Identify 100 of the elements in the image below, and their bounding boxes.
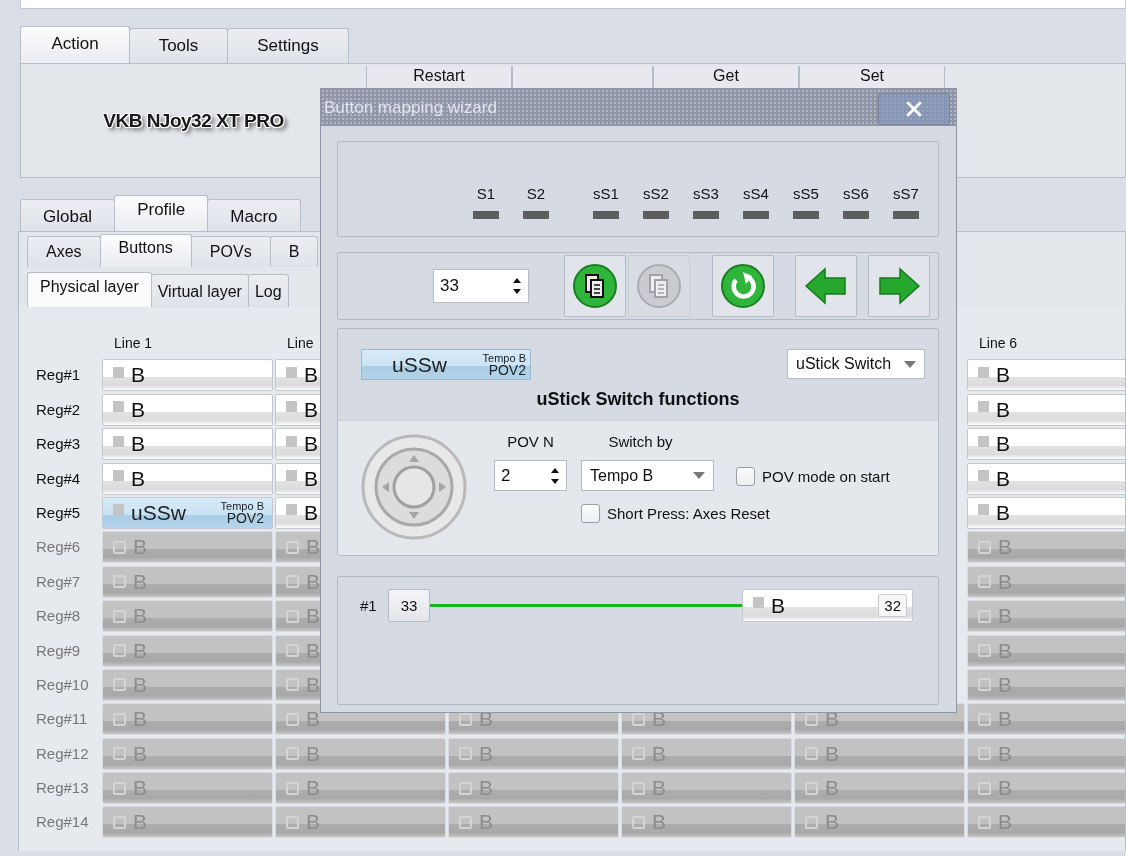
shift-label: sS3 [693, 185, 719, 202]
number-spinner[interactable]: 2 [494, 460, 567, 491]
status-square-icon [805, 747, 818, 761]
tab[interactable]: Axes [27, 236, 101, 267]
checkbox[interactable] [736, 467, 755, 486]
spinner-arrows-icon [550, 466, 560, 485]
mapping-button[interactable]: uSSw Tempo B POV2 [361, 349, 531, 380]
refresh-icon [720, 263, 766, 309]
mapping-button[interactable]: B [102, 428, 273, 461]
paste-icon [636, 263, 682, 309]
tab[interactable]: Buttons [99, 234, 192, 267]
indicator-bar [743, 211, 769, 219]
source-number: 33 [388, 589, 430, 622]
status-square-icon [978, 712, 991, 726]
mapping-button[interactable]: B [967, 393, 1125, 426]
tab[interactable]: B [269, 236, 319, 267]
status-square-icon [805, 815, 818, 829]
row-label: Reg#3 [35, 434, 82, 455]
row-label: Reg#1 [35, 365, 82, 386]
mapping-button[interactable]: B [967, 359, 1125, 392]
tab[interactable]: Physical layer [27, 272, 152, 307]
target-number: 32 [878, 594, 907, 617]
status-square-icon [286, 504, 297, 516]
mapping-button[interactable]: B 32 [742, 589, 913, 622]
button-label: uSSw [392, 352, 447, 377]
status-square-icon [459, 747, 472, 761]
link-number: #1 [360, 597, 378, 614]
status-square-icon [286, 712, 299, 726]
row-label: Reg#5 [35, 502, 82, 523]
indicator-bar [523, 211, 549, 219]
mapping-button[interactable]: uSSw Tempo B POV2 [102, 496, 273, 529]
status-square-icon [632, 815, 645, 829]
column-header: Line 6 [978, 335, 1019, 353]
tab[interactable]: Action [20, 26, 130, 63]
dialog-title: Button mapping wizard [323, 97, 497, 118]
spinner-arrows-icon [512, 277, 522, 295]
indicator-bar [643, 211, 669, 219]
row-label: Reg#10 [35, 674, 90, 695]
checkbox[interactable] [581, 504, 600, 523]
shift-label: sS6 [843, 185, 869, 202]
status-square-icon [978, 575, 991, 589]
number-spinner[interactable]: 33 [433, 269, 529, 303]
status-square-icon [113, 747, 126, 761]
row-label: Reg#7 [35, 571, 82, 592]
pov-label: POV2 [488, 363, 526, 377]
caret-icon [693, 472, 705, 479]
switch-dropdown[interactable]: Tempo B [581, 460, 714, 491]
status-square-icon [978, 470, 989, 482]
mapping-button[interactable]: B [967, 462, 1125, 495]
shift-label: sS2 [643, 185, 669, 202]
tab[interactable]: Global [20, 199, 116, 231]
status-square-icon [978, 609, 991, 623]
status-square-icon [113, 401, 124, 413]
mapping-button[interactable]: B [967, 496, 1125, 529]
row-label: Reg#13 [35, 778, 90, 799]
status-square-icon [113, 366, 124, 378]
indicator-bar [693, 211, 719, 219]
mapping-button[interactable]: B [102, 359, 273, 392]
status-square-icon [286, 609, 299, 623]
tab[interactable]: Macro [207, 199, 301, 231]
tab[interactable]: Virtual layer [150, 274, 249, 307]
tab[interactable]: Settings [227, 28, 349, 63]
toolbar-button[interactable] [564, 255, 626, 317]
field-label: POV N [507, 433, 554, 450]
status-square-icon [113, 815, 126, 829]
status-square-icon [113, 540, 126, 554]
status-square-icon [286, 575, 299, 589]
shift-label: sS5 [793, 185, 819, 202]
row-label: Reg#12 [35, 743, 90, 764]
tab[interactable]: Log [247, 274, 289, 307]
field-label: Switch by [608, 433, 673, 450]
status-square-icon [286, 678, 299, 692]
function-dropdown[interactable]: uStick Switch [787, 349, 925, 379]
column-header: Line 1 [113, 335, 154, 353]
status-square-icon [286, 815, 299, 829]
checkbox-label: Short Press: Axes Reset [607, 505, 770, 522]
status-square-icon [459, 815, 472, 829]
status-square-icon [978, 504, 989, 516]
row-label: Reg#2 [35, 399, 82, 420]
mapping-button[interactable]: B [102, 462, 273, 495]
shift-label: sS1 [593, 185, 619, 202]
row-label: Reg#6 [35, 537, 82, 558]
indicator-bar [893, 211, 919, 219]
tab[interactable]: Tools [129, 28, 228, 63]
status-square-icon [978, 678, 991, 692]
status-square-icon [632, 747, 645, 761]
status-square-icon [113, 781, 126, 795]
tab[interactable]: Profile [114, 195, 209, 231]
close-button[interactable] [878, 93, 950, 125]
status-square-icon [113, 575, 126, 589]
mapping-button[interactable]: B [102, 393, 273, 426]
shift-label: sS4 [743, 185, 769, 202]
tab[interactable]: POVs [190, 236, 271, 267]
mapping-button[interactable]: B [967, 428, 1125, 461]
device-name: VKB NJoy32 XT PRO [103, 109, 284, 132]
status-square-icon [805, 781, 818, 795]
status-square-icon [113, 435, 124, 447]
button-label: uSSw [131, 500, 186, 525]
status-square-icon [978, 747, 991, 761]
mode-label: Tempo B [482, 352, 526, 364]
